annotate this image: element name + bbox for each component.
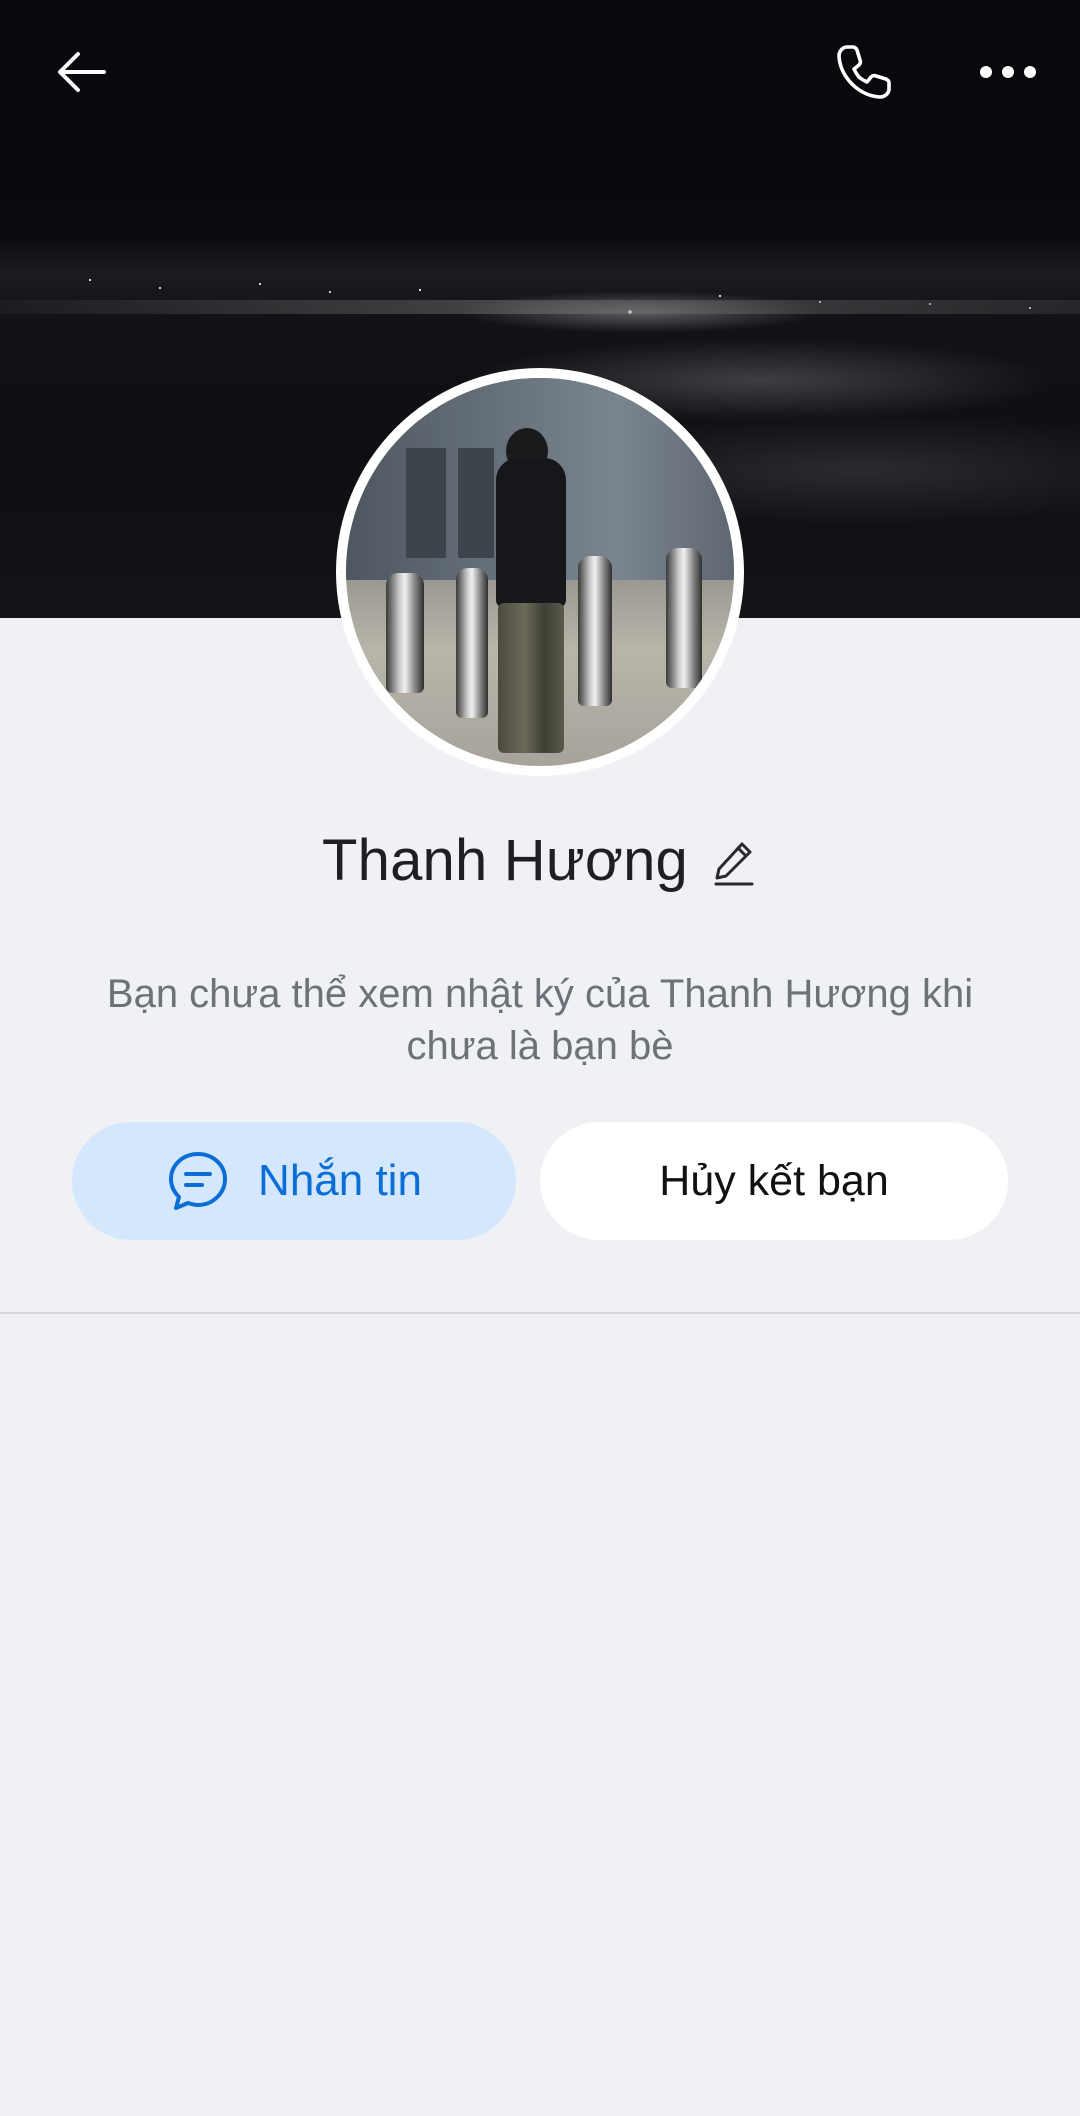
- message-button[interactable]: Nhắn tin: [72, 1122, 516, 1240]
- more-button[interactable]: [970, 34, 1046, 110]
- avatar-photo-post: [456, 568, 488, 718]
- avatar-photo-person: [498, 603, 564, 753]
- profile-name: Thanh Hương: [321, 827, 689, 893]
- edit-name-button[interactable]: [710, 838, 758, 886]
- avatar-photo-post: [666, 548, 702, 688]
- message-button-label: Nhắn tin: [258, 1156, 422, 1205]
- section-divider: [0, 1312, 1080, 1314]
- avatar-photo-person: [496, 458, 566, 608]
- avatar[interactable]: [336, 368, 744, 776]
- diary-privacy-notice: Bạn chưa thể xem nhật ký của Thanh Hương…: [106, 972, 974, 1068]
- phone-icon: [837, 45, 891, 99]
- call-button[interactable]: [826, 34, 902, 110]
- avatar-photo-post: [386, 573, 424, 693]
- pencil-icon: [714, 842, 754, 886]
- unfriend-button-label: Hủy kết bạn: [659, 1156, 889, 1205]
- chat-bubble-icon: [169, 1152, 228, 1210]
- more-dots-icon: [980, 66, 1036, 78]
- profile-name-row: Thanh Hương: [0, 820, 1080, 900]
- avatar-photo-door: [406, 448, 446, 558]
- back-button[interactable]: [44, 34, 120, 110]
- cover-shore-lights: [0, 268, 1080, 328]
- arrow-left-icon: [58, 52, 106, 92]
- avatar-photo: [346, 378, 734, 766]
- cover-horizon: [0, 300, 1080, 314]
- avatar-photo-door: [458, 448, 494, 558]
- unfriend-button[interactable]: Hủy kết bạn: [540, 1122, 1008, 1240]
- avatar-photo-post: [578, 556, 612, 706]
